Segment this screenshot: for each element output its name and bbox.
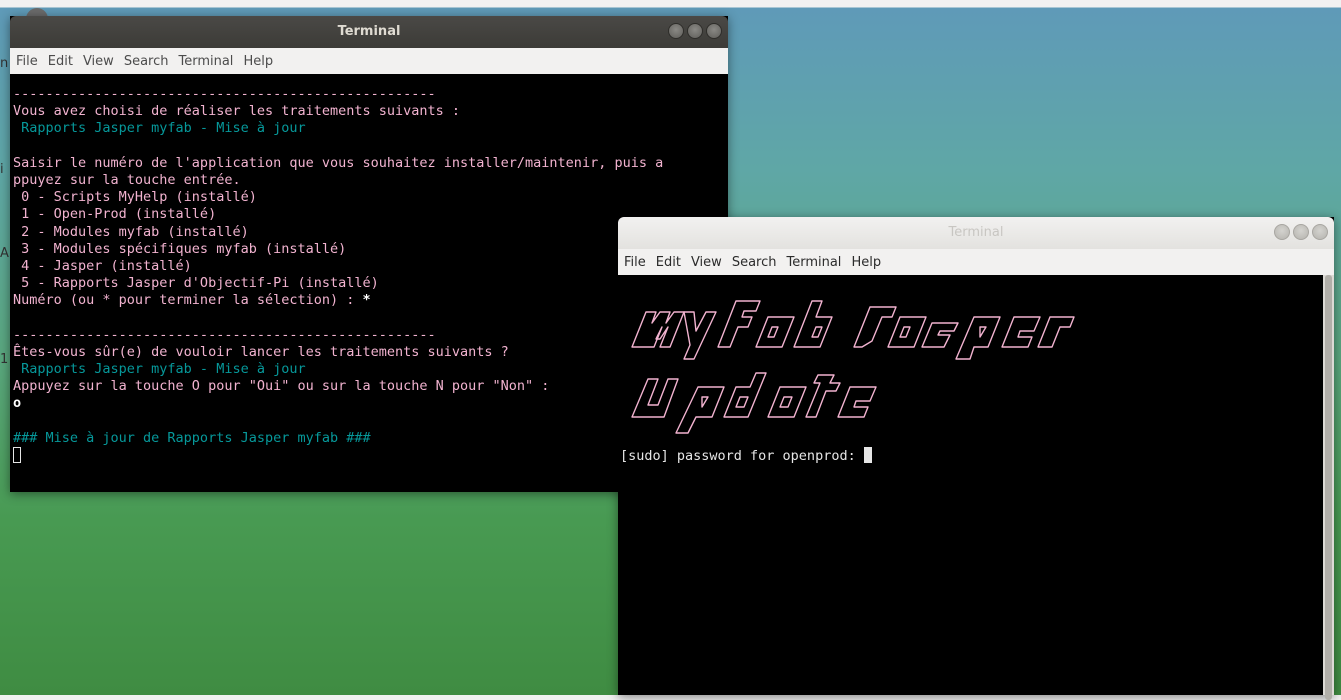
text-cursor [863,447,872,463]
menu-terminal[interactable]: Terminal [178,54,233,69]
terminal-line-text: Appuyez sur la touche O pour "Oui" ou su… [13,378,550,395]
close-button[interactable] [706,23,722,39]
text-cursor [13,446,21,463]
menubar: File Edit View Search Terminal Help [10,48,728,74]
menu-edit[interactable]: Edit [656,255,681,270]
terminal-line-text: Rapports Jasper myfab - Mise à jour [13,361,306,377]
terminal-line: ----------------------------------------… [13,86,728,103]
menu-search[interactable]: Search [732,255,777,270]
minimize-button[interactable] [1274,224,1290,240]
terminal-line-text: ----------------------------------------… [13,326,436,343]
terminal-line: 0 - Scripts MyHelp (installé) [13,189,728,206]
menu-search[interactable]: Search [124,54,169,69]
menu-terminal[interactable]: Terminal [786,255,841,270]
window-title: Terminal [948,225,1004,240]
terminal-line-text: ppuyez sur la touche entrée. [13,171,241,188]
menubar: File Edit View Search Terminal Help [618,249,1334,275]
menu-view[interactable]: View [691,255,722,270]
terminal-line-text: Rapports Jasper myfab - Mise à jour [13,120,306,137]
maximize-button[interactable] [687,23,703,39]
menu-file[interactable]: File [16,54,38,69]
sudo-prompt-line[interactable]: [sudo] password for openprod: [620,447,872,465]
terminal-line-text: Saisir le numéro de l'application que vo… [13,154,664,171]
menu-view[interactable]: View [83,54,114,69]
menu-file[interactable]: File [624,255,646,270]
window-titlebar[interactable]: Terminal [10,16,728,48]
scrollbar-thumb[interactable] [1325,275,1332,700]
terminal-line-text: Vous avez choisi de réaliser les traitem… [13,103,461,120]
desktop-edge-glyph: i [0,162,4,177]
terminal-line: Rapports Jasper myfab - Mise à jour [13,120,728,137]
terminal-line-text: 0 - Scripts MyHelp (installé) [13,189,257,206]
menu-help[interactable]: Help [851,255,881,270]
minimize-button[interactable] [668,23,684,39]
terminal-output[interactable]: [sudo] password for openprod: [618,275,1334,695]
terminal-line: Vous avez choisi de réaliser les traitem… [13,103,728,120]
ascii-art-banner [631,300,1075,434]
terminal-line: Saisir le numéro de l'application que vo… [13,155,728,172]
terminal-line-text: 2 - Modules myfab (installé) [13,223,249,240]
terminal-input-echo: o [13,395,22,412]
terminal-line-text: 5 - Rapports Jasper d'Objectif-Pi (insta… [13,275,379,292]
terminal-line-text: Êtes-vous sûr(e) de vouloir lancer les t… [13,343,509,360]
terminal-line-text: 4 - Jasper (installé) [13,257,192,274]
terminal-line-text: 3 - Modules spécifiques myfab (installé) [13,240,347,257]
menu-help[interactable]: Help [243,54,273,69]
terminal-line: ppuyez sur la touche entrée. [13,172,728,189]
sudo-prompt: [sudo] password for openprod: [620,448,864,464]
desktop-edge-glyph: 1 [0,352,9,367]
window-title: Terminal [337,24,401,39]
desktop-edge-glyph: A [0,246,9,261]
terminal-line-text: ### Mise à jour de Rapports Jasper myfab… [13,429,371,446]
close-button[interactable] [1312,224,1328,240]
terminal-line-text: Numéro (ou * pour terminer la sélection)… [13,292,363,309]
maximize-button[interactable] [1293,224,1309,240]
desktop-edge-glyph: n [0,56,9,71]
terminal-window-2[interactable]: Terminal File Edit View Search Terminal … [618,217,1334,700]
window-titlebar[interactable]: Terminal [618,217,1334,249]
terminal-line-text: 1 - Open-Prod (installé) [13,206,217,223]
terminal-line-text: ----------------------------------------… [13,86,436,102]
terminal-input-echo: * [362,292,371,309]
menu-edit[interactable]: Edit [48,54,73,69]
